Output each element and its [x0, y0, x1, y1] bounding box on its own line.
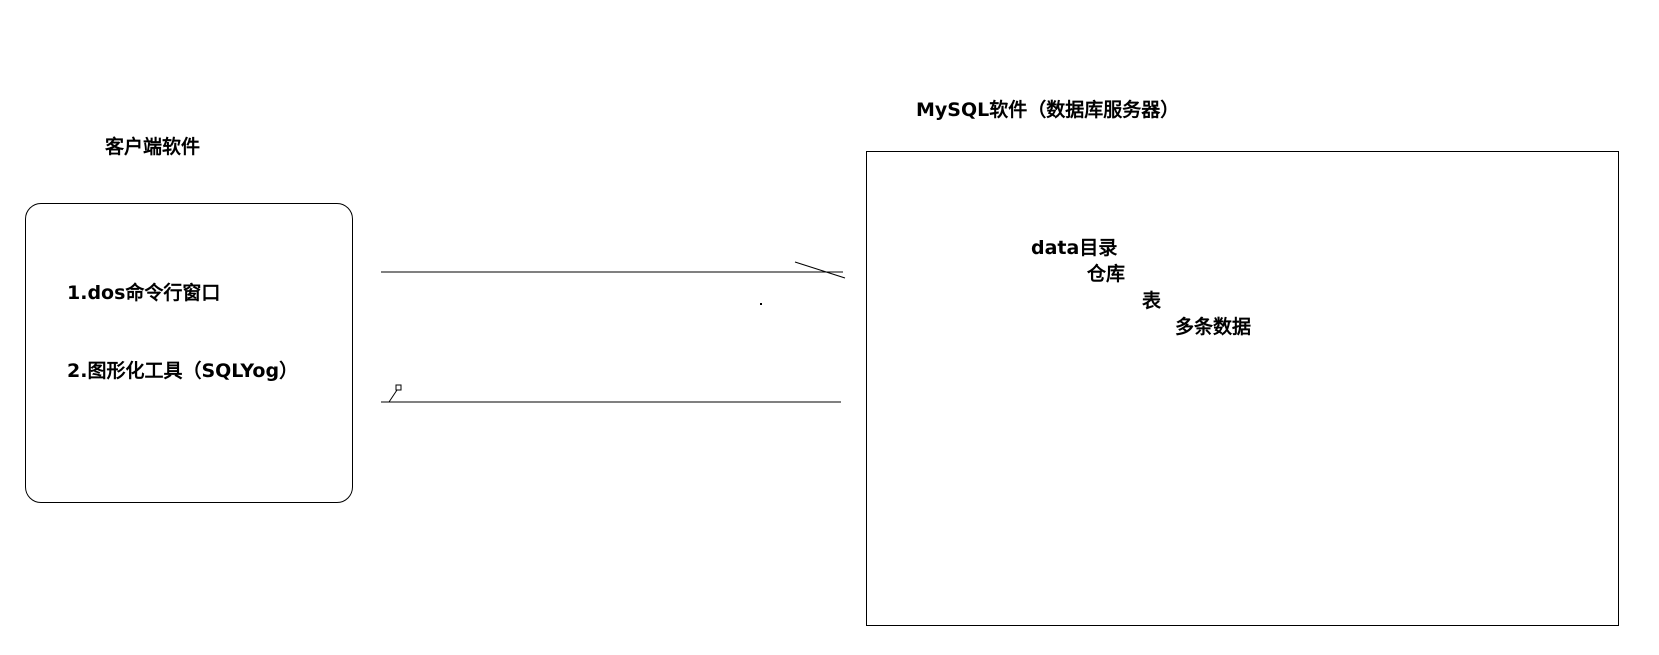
- stray-dot: [760, 303, 762, 305]
- response-arrow: [381, 384, 841, 403]
- response-arrow-handle: [395, 384, 402, 391]
- request-arrow: [381, 261, 846, 279]
- connectors: [381, 261, 846, 403]
- request-arrow-head: [794, 261, 846, 279]
- response-arrow-head: [388, 389, 398, 403]
